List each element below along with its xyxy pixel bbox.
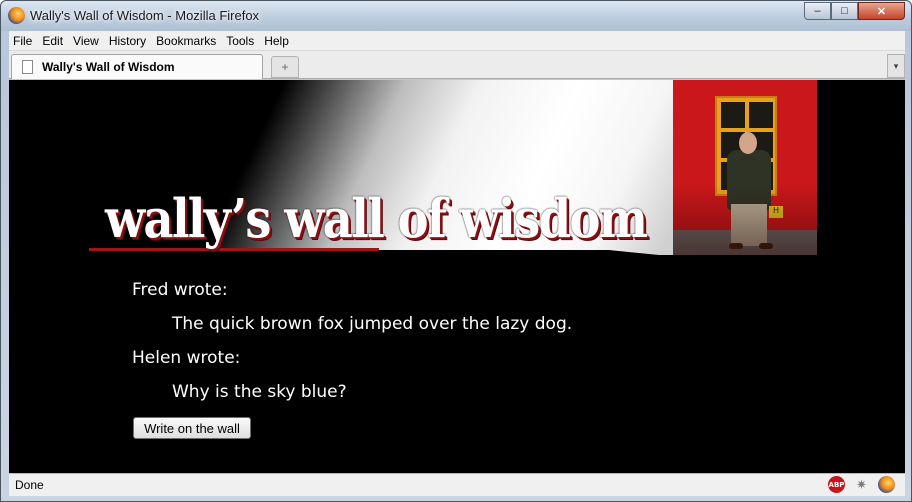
menu-bar: File Edit View History Bookmarks Tools H… — [9, 31, 905, 51]
menu-help[interactable]: Help — [264, 34, 295, 48]
post-author: Fred wrote: — [132, 280, 228, 300]
menu-history[interactable]: History — [109, 34, 152, 48]
status-icons: ABP ✷ — [828, 476, 895, 493]
window-controls: – □ ✕ — [804, 2, 905, 20]
site-logo: wally’s wall of wisdom — [105, 188, 648, 250]
minimize-button[interactable]: – — [804, 2, 831, 20]
post: Helen wrote: Why is the sky blue? — [132, 346, 572, 414]
firefox-icon — [8, 7, 25, 24]
new-tab-button[interactable]: + — [271, 56, 299, 78]
post-message: Why is the sky blue? — [172, 382, 347, 402]
wall-posts: Fred wrote: The quick brown fox jumped o… — [132, 278, 572, 414]
menu-edit[interactable]: Edit — [42, 34, 69, 48]
menu-bookmarks[interactable]: Bookmarks — [156, 34, 222, 48]
tab-list-button[interactable]: ▾ — [887, 54, 905, 78]
post-message: The quick brown fox jumped over the lazy… — [172, 314, 573, 334]
window-title: Wally's Wall of Wisdom - Mozilla Firefox — [30, 8, 260, 23]
tab-bar: Wally's Wall of Wisdom + ▾ — [9, 51, 905, 79]
post-author: Helen wrote: — [132, 348, 241, 368]
close-button[interactable]: ✕ — [858, 2, 905, 20]
menu-file[interactable]: File — [13, 34, 38, 48]
status-bar: Done ABP ✷ — [9, 473, 905, 496]
firefox-icon[interactable] — [878, 476, 895, 493]
maximize-button[interactable]: □ — [831, 2, 858, 20]
title-bar[interactable]: Wally's Wall of Wisdom - Mozilla Firefox… — [1, 1, 911, 31]
page-content: H wally’s wall of wisdom Fred wrote: The… — [9, 80, 905, 473]
write-on-wall-button[interactable]: Write on the wall — [133, 417, 251, 439]
status-text: Done — [15, 478, 44, 492]
page-icon — [22, 60, 33, 74]
menu-view[interactable]: View — [73, 34, 105, 48]
tab-wallys-wall[interactable]: Wally's Wall of Wisdom — [11, 54, 263, 79]
adblock-plus-icon[interactable]: ABP — [828, 476, 845, 493]
post: Fred wrote: The quick brown fox jumped o… — [132, 278, 572, 346]
tab-label: Wally's Wall of Wisdom — [42, 60, 175, 74]
banner-photo: H — [673, 80, 817, 255]
browser-window: Wally's Wall of Wisdom - Mozilla Firefox… — [0, 0, 912, 502]
menu-tools[interactable]: Tools — [226, 34, 260, 48]
firebug-icon[interactable]: ✷ — [853, 476, 870, 493]
